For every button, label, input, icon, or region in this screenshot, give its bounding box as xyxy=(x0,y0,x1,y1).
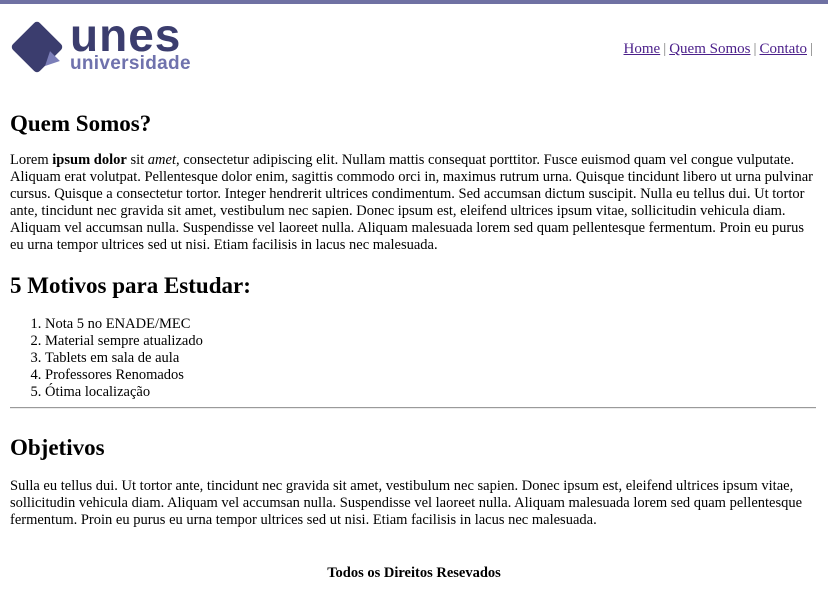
list-item: Ótima localização xyxy=(45,384,203,401)
objetivos-paragraph: Sulla eu tellus dui. Ut tortor ante, tin… xyxy=(10,478,803,528)
site-footer: Todos os Direitos Resevados xyxy=(327,565,501,581)
nav-separator: | xyxy=(809,41,813,57)
list-item: Material sempre atualizado xyxy=(45,333,203,350)
main-nav: Home | Quem Somos | Contato | xyxy=(624,41,816,58)
paragraph-italic-text: amet xyxy=(147,152,176,168)
nav-link-home[interactable]: Home xyxy=(624,41,661,57)
nav-link-contato[interactable]: Contato xyxy=(759,41,807,57)
paragraph-text: Lorem xyxy=(10,152,53,168)
section-title-objetivos: Objetivos xyxy=(10,435,105,460)
brand-subtitle: universidade xyxy=(70,53,191,74)
list-item: Nota 5 no ENADE/MEC xyxy=(45,316,203,333)
list-item: Tablets em sala de aula xyxy=(45,350,203,367)
site-header: unes universidade Home | Quem Somos | Contat… xyxy=(10,4,818,76)
section-title-motivos: 5 Motivos para Estudar: xyxy=(10,273,251,298)
paragraph-bold-text: ipsum dolor xyxy=(52,152,127,168)
page: unes universidade Home | Quem Somos | Contat… xyxy=(0,4,828,528)
motivos-list: Nota 5 no ENADE/MEC Material sempre atua… xyxy=(10,316,203,401)
quem-somos-paragraph: Lorem ipsum dolor sit amet, consectetur … xyxy=(10,152,818,254)
section-divider xyxy=(10,407,816,409)
diamond-logo-icon xyxy=(11,21,63,73)
list-item: Professores Renomados xyxy=(45,367,203,384)
nav-link-quem-somos[interactable]: Quem Somos xyxy=(669,41,750,57)
nav-separator: | xyxy=(663,41,667,57)
brand-name: unes xyxy=(70,9,182,61)
paragraph-text: sit xyxy=(126,152,148,168)
brand-logo[interactable]: unes universidade xyxy=(10,12,210,76)
nav-separator: | xyxy=(753,41,757,57)
section-title-quem-somos: Quem Somos? xyxy=(10,111,152,136)
